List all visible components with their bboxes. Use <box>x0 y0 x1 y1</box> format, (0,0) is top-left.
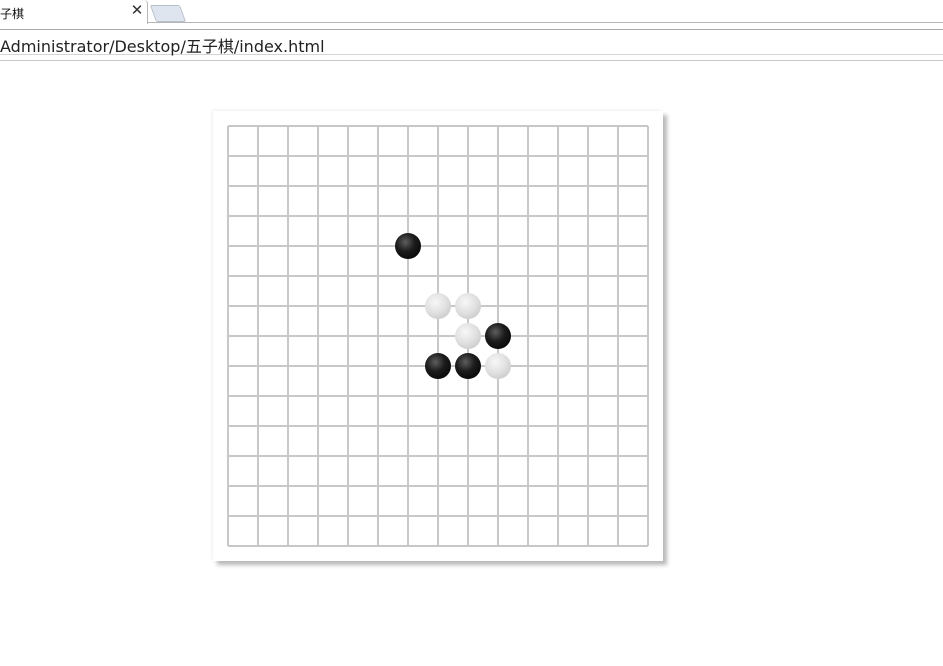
tab-strip-divider <box>148 22 943 23</box>
white-stone <box>425 293 451 319</box>
black-stone <box>425 353 451 379</box>
black-stone <box>485 323 511 349</box>
white-stone <box>455 323 481 349</box>
board-grid[interactable] <box>213 111 663 561</box>
new-tab-button[interactable] <box>149 5 187 22</box>
black-stone <box>395 233 421 259</box>
address-bar[interactable]: Administrator/Desktop/五子棋/index.html <box>0 29 943 56</box>
url-text: Administrator/Desktop/五子棋/index.html <box>0 37 325 56</box>
tab-strip: 子棋 ✕ <box>0 0 943 24</box>
white-stone <box>485 353 511 379</box>
grid-lines <box>227 125 649 547</box>
close-icon[interactable]: ✕ <box>129 2 145 18</box>
black-stone <box>455 353 481 379</box>
gomoku-board[interactable] <box>213 111 663 561</box>
browser-toolbar: Administrator/Desktop/五子棋/index.html <box>0 24 943 61</box>
white-stone <box>455 293 481 319</box>
tab-gomoku[interactable]: 子棋 ✕ <box>0 0 148 24</box>
tab-title: 子棋 <box>0 7 25 21</box>
